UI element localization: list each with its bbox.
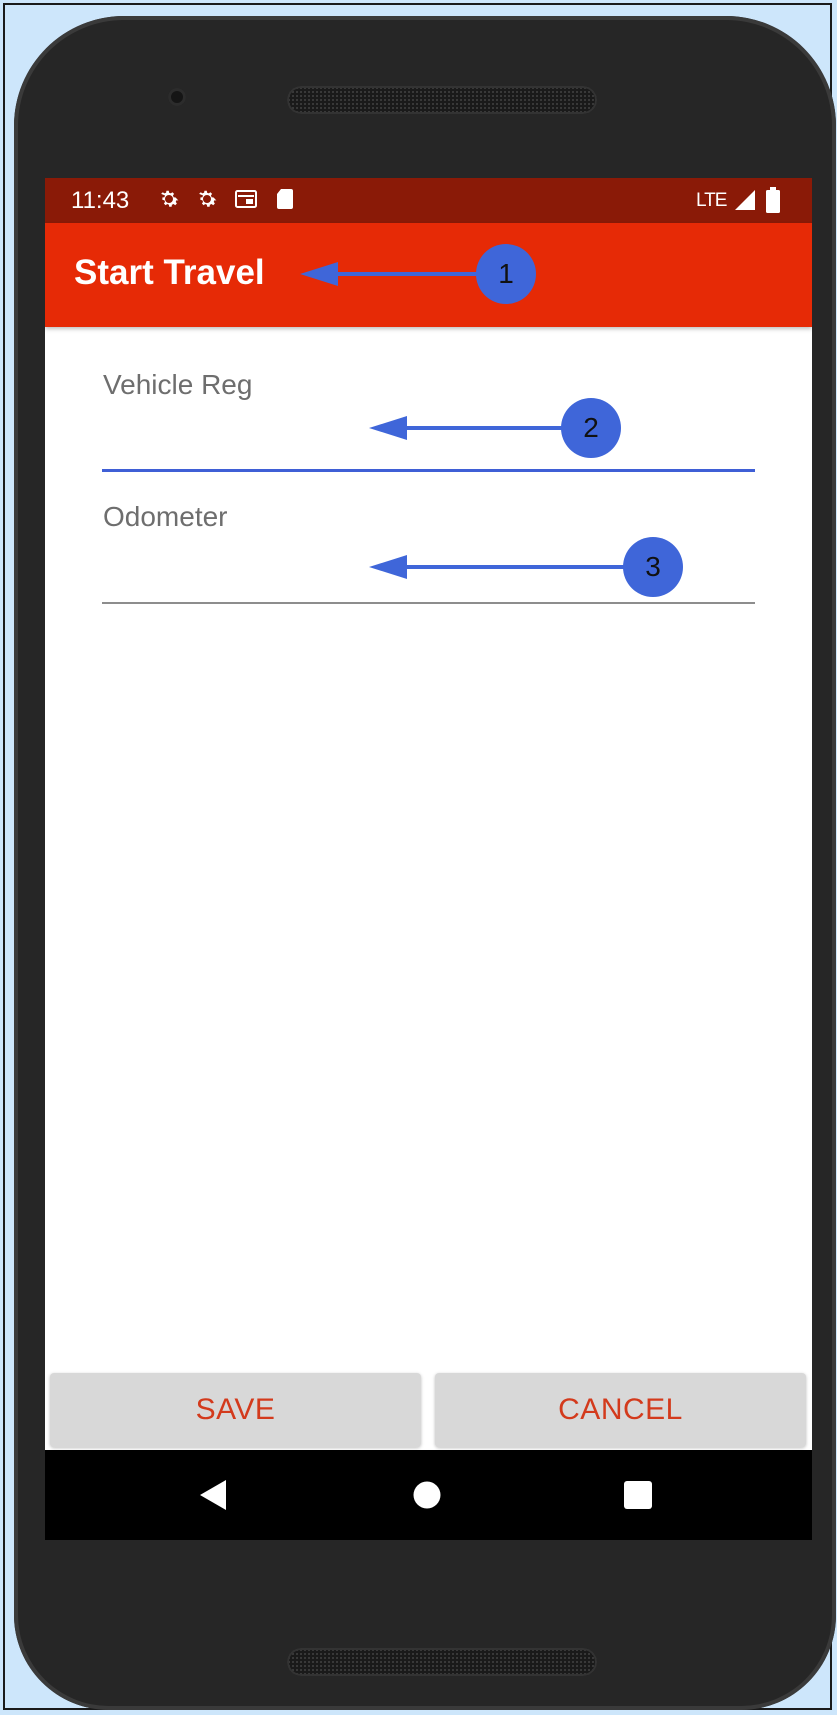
sd-card-icon xyxy=(277,189,293,209)
home-icon[interactable] xyxy=(413,1481,441,1509)
annotation-badge-2: 2 xyxy=(561,398,621,458)
settings-icon xyxy=(161,190,179,207)
camera-icon xyxy=(168,88,186,106)
annotation-badge-3: 3 xyxy=(623,537,683,597)
back-icon[interactable] xyxy=(200,1480,228,1510)
page-title: Start Travel xyxy=(74,253,265,292)
network-type: LTE xyxy=(696,190,727,211)
top-speaker-grille xyxy=(287,86,597,114)
annotation-number-2: 2 xyxy=(583,412,599,443)
system-nav-bar xyxy=(45,1450,812,1540)
annotation-badge-1: 1 xyxy=(476,244,536,304)
phone-screen: 11:43 LTE Start Travel Vehicle Reg Odome… xyxy=(45,178,812,1540)
annotation-number-3: 3 xyxy=(645,551,661,582)
vehicle-reg-underline xyxy=(102,469,755,472)
vehicle-reg-label: Vehicle Reg xyxy=(103,369,253,400)
signal-icon xyxy=(735,190,755,210)
bottom-speaker-grille xyxy=(287,1648,597,1676)
annotation-number-1: 1 xyxy=(498,258,514,289)
battery-icon xyxy=(766,187,780,213)
status-bar: 11:43 LTE xyxy=(45,178,812,223)
odometer-underline xyxy=(102,602,755,604)
settings-icon xyxy=(199,190,217,207)
recents-icon[interactable] xyxy=(624,1481,652,1509)
status-time: 11:43 xyxy=(71,187,130,214)
odometer-label: Odometer xyxy=(103,501,228,532)
cast-icon xyxy=(235,190,257,208)
cancel-button[interactable]: CANCEL xyxy=(435,1373,806,1447)
save-button[interactable]: SAVE xyxy=(50,1373,421,1447)
